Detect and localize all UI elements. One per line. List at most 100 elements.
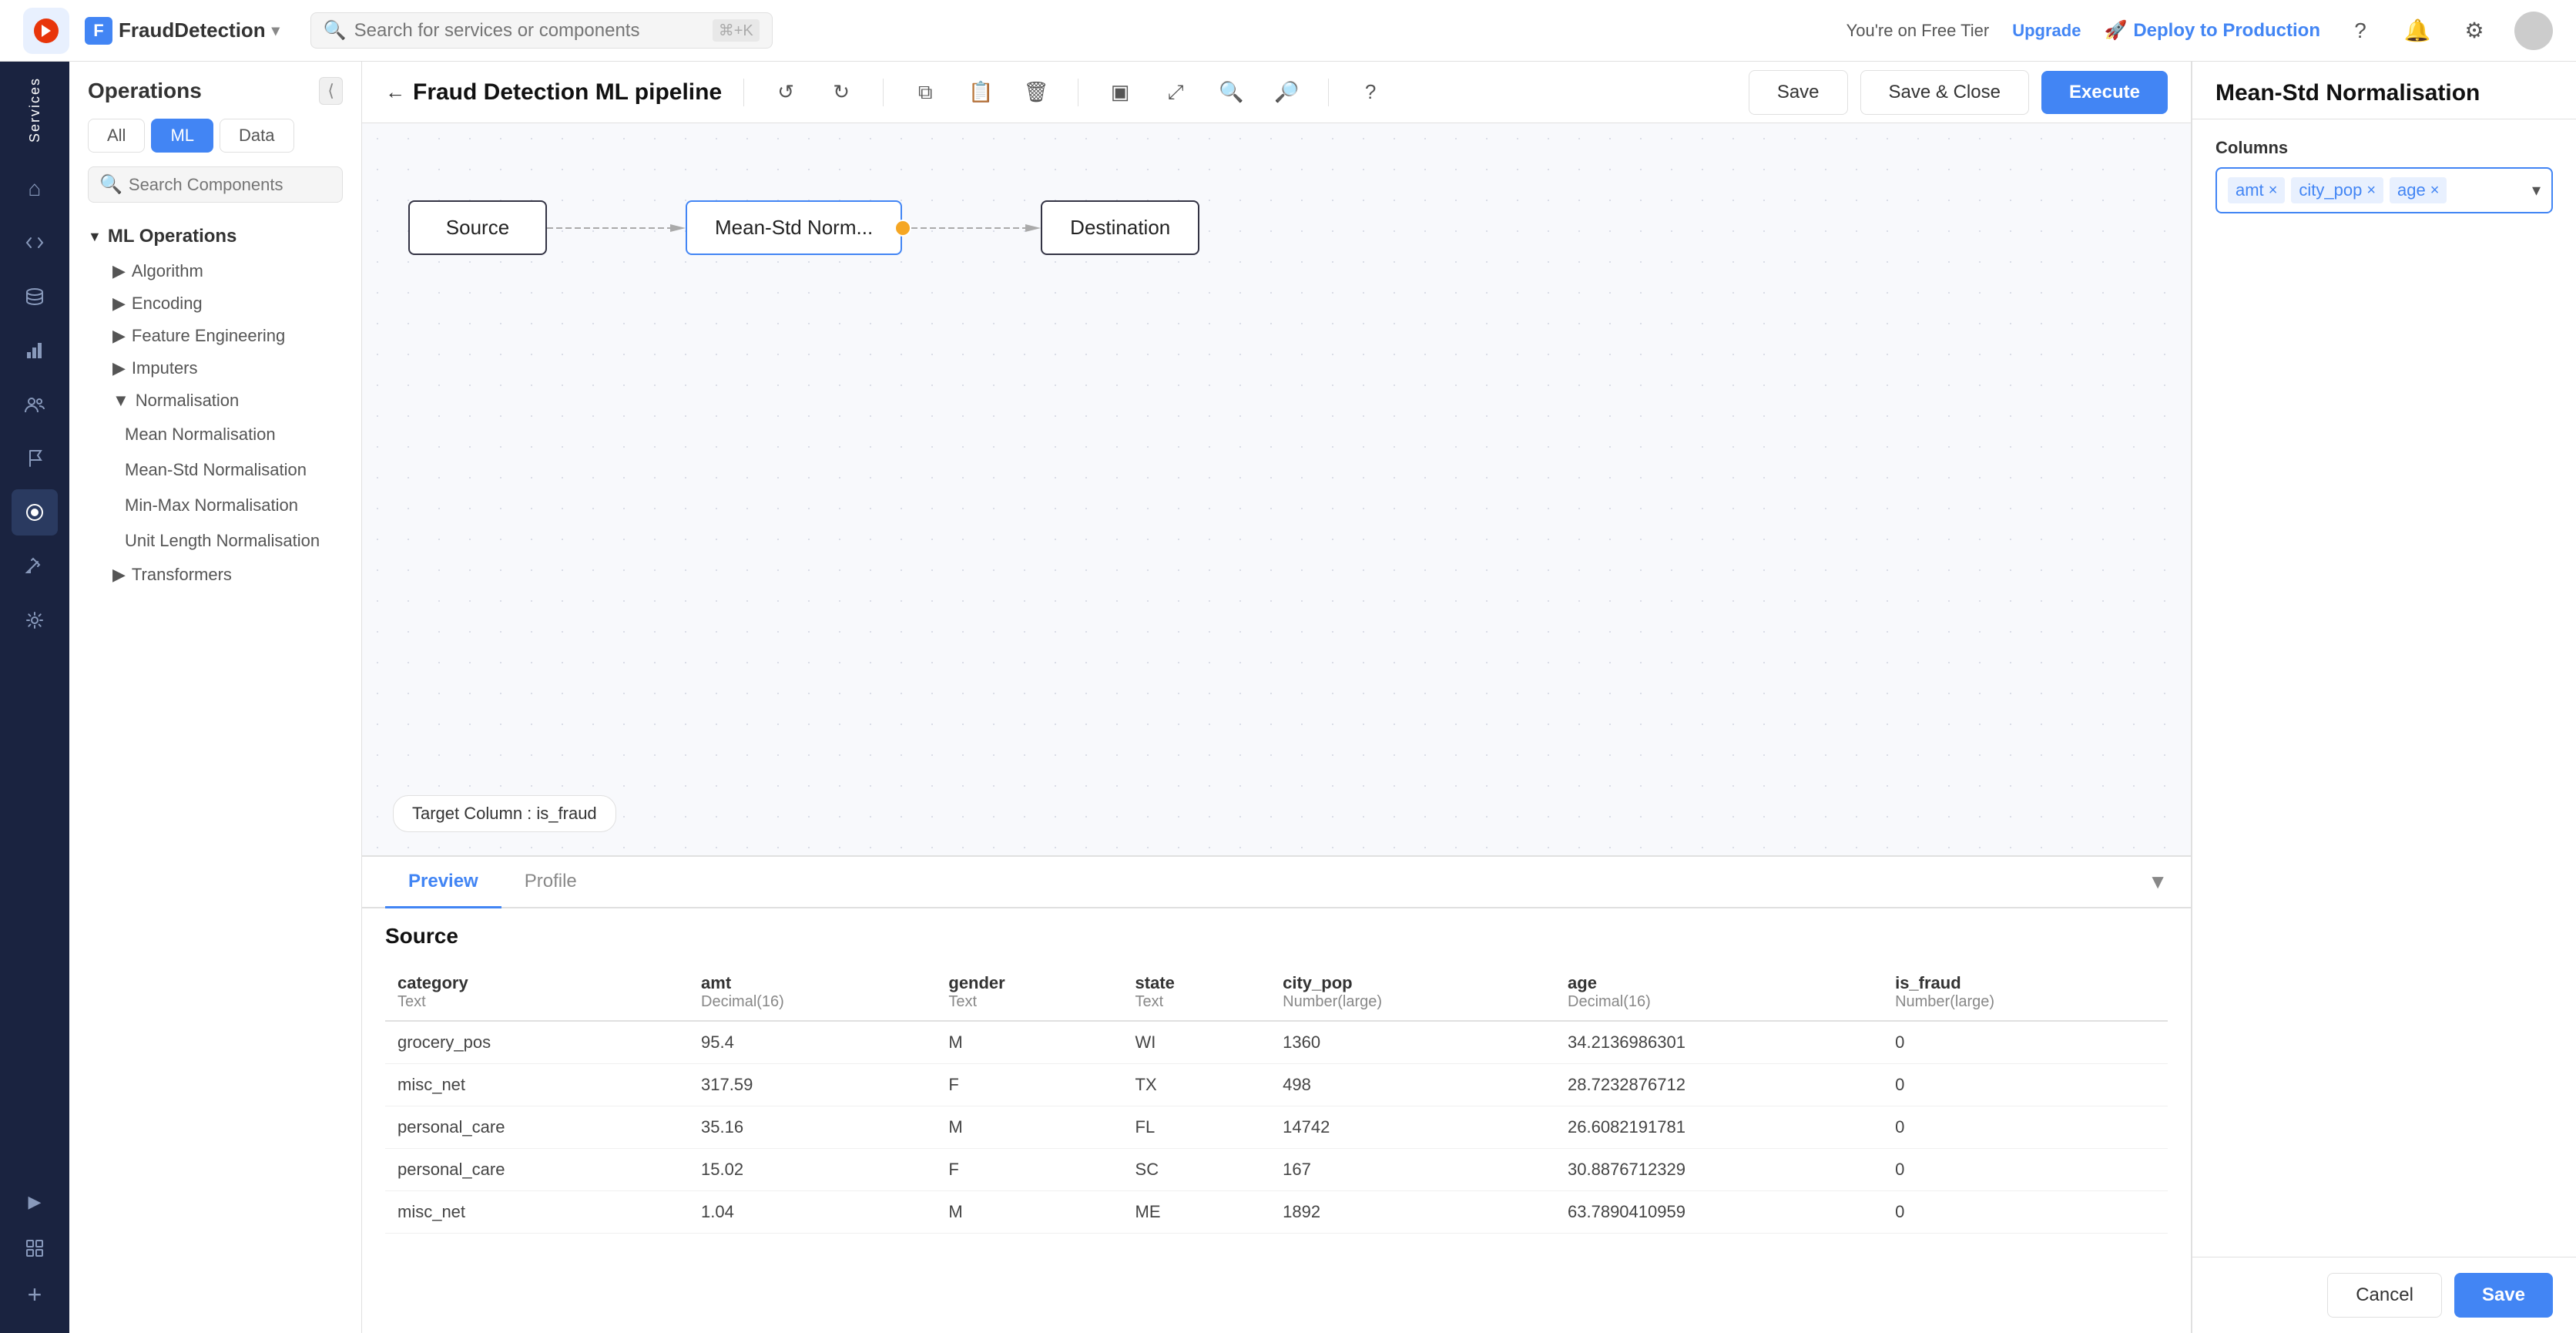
feature-engineering-chevron-icon: ▶ <box>112 326 126 346</box>
operations-tabs: All ML Data <box>69 112 361 159</box>
canvas-area: ← Fraud Detection ML pipeline ↺ ↻ ⧉ 📋 🗑 … <box>362 62 2191 1333</box>
source-node[interactable]: Source <box>408 200 547 255</box>
cell-city_pop: 14742 <box>1270 1106 1555 1149</box>
cell-state: ME <box>1123 1191 1271 1234</box>
data-table: categoryText amtDecimal(16) genderText s… <box>385 964 2168 1234</box>
tag-age[interactable]: age × <box>2390 177 2447 203</box>
columns-input[interactable]: amt × city_pop × age × ▾ <box>2215 167 2553 213</box>
search-input[interactable] <box>354 20 705 42</box>
zoom-out-button[interactable]: 🔎 <box>1266 72 1306 112</box>
sidebar-item-people[interactable] <box>12 381 58 428</box>
mean-std-node-wrapper: Mean-Std Norm... <box>686 200 902 255</box>
ops-mean-normalisation[interactable]: Mean Normalisation <box>82 417 349 452</box>
toolbar-right: Save Save & Close Execute <box>1749 70 2168 115</box>
tab-all[interactable]: All <box>88 119 145 153</box>
sidebar-item-tools[interactable] <box>12 543 58 589</box>
col-header-is-fraud: is_fraudNumber(large) <box>1883 964 2168 1021</box>
sidebar-item-chart[interactable] <box>12 327 58 374</box>
search-components-icon: 🔍 <box>99 173 122 196</box>
tab-data[interactable]: Data <box>220 119 293 153</box>
project-selector[interactable]: F FraudDetection ▾ <box>85 17 280 45</box>
sidebar-grid-icon[interactable] <box>12 1225 58 1271</box>
cell-amt: 317.59 <box>689 1064 936 1106</box>
sidebar-expand-icon[interactable]: ▶ <box>12 1179 58 1225</box>
sidebar-item-code[interactable] <box>12 220 58 266</box>
sidebar-add-icon[interactable]: + <box>12 1271 58 1318</box>
cell-age: 28.7232876712 <box>1555 1064 1883 1106</box>
delete-button[interactable]: 🗑 <box>1016 72 1056 112</box>
table-row: personal_care15.02FSC16730.88767123290 <box>385 1149 2168 1191</box>
tag-city-pop-label: city_pop <box>2299 180 2362 200</box>
ml-operations-chevron-icon: ▼ <box>88 229 102 245</box>
sidebar-item-active[interactable] <box>12 489 58 536</box>
sidebar-item-flag[interactable] <box>12 435 58 482</box>
ops-mean-std-normalisation[interactable]: Mean-Std Normalisation <box>82 452 349 488</box>
help-pipeline-button[interactable]: ? <box>1350 72 1390 112</box>
columns-dropdown-icon[interactable]: ▾ <box>2532 180 2541 200</box>
props-save-button[interactable]: Save <box>2454 1273 2553 1318</box>
undo-button[interactable]: ↺ <box>766 72 806 112</box>
operations-panel: Operations ⟨ All ML Data 🔍 ▼ ML Operatio… <box>69 62 362 1333</box>
execute-button[interactable]: Execute <box>2041 71 2168 114</box>
cell-is_fraud: 0 <box>1883 1064 2168 1106</box>
tag-amt[interactable]: amt × <box>2228 177 2285 203</box>
encoding-chevron-icon: ▶ <box>112 294 126 314</box>
tab-ml[interactable]: ML <box>151 119 213 153</box>
tag-amt-remove[interactable]: × <box>2269 182 2278 200</box>
cell-is_fraud: 0 <box>1883 1021 2168 1064</box>
sidebar-item-database[interactable] <box>12 274 58 320</box>
ops-min-max-normalisation[interactable]: Min-Max Normalisation <box>82 488 349 523</box>
ops-transformers[interactable]: ▶ Transformers <box>82 559 349 591</box>
mean-std-norm-node[interactable]: Mean-Std Norm... <box>686 200 902 255</box>
tag-city-pop-remove[interactable]: × <box>2366 182 2376 200</box>
pipeline-title: Fraud Detection ML pipeline <box>413 79 722 106</box>
table-header-row: categoryText amtDecimal(16) genderText s… <box>385 964 2168 1021</box>
paste-button[interactable]: 📋 <box>961 72 1001 112</box>
user-avatar[interactable] <box>2514 12 2553 50</box>
cell-gender: M <box>936 1106 1122 1149</box>
sidebar-item-settings[interactable] <box>12 597 58 643</box>
deploy-button[interactable]: 🚀 Deploy to Production <box>2104 19 2320 42</box>
collapse-panel-button[interactable]: ⟨ <box>319 77 343 105</box>
zoom-in-button[interactable]: 🔍 <box>1211 72 1251 112</box>
ops-imputers[interactable]: ▶ Imputers <box>82 352 349 384</box>
tab-profile[interactable]: Profile <box>501 857 600 908</box>
back-arrow-icon: ← <box>385 80 405 104</box>
preview-expand[interactable]: ▼ <box>2148 870 2168 894</box>
search-components-input[interactable] <box>129 175 351 195</box>
table-row: grocery_pos95.4MWI136034.21369863010 <box>385 1021 2168 1064</box>
redo-button[interactable]: ↻ <box>821 72 861 112</box>
global-search[interactable]: 🔍 ⌘+K <box>310 12 773 49</box>
imputers-chevron-icon: ▶ <box>112 358 126 378</box>
help-nav-icon[interactable]: ? <box>2343 14 2377 48</box>
tag-city-pop[interactable]: city_pop × <box>2291 177 2383 203</box>
save-button[interactable]: Save <box>1749 70 1848 115</box>
free-tier-label: You're on Free Tier <box>1846 21 1990 41</box>
transformers-chevron-icon: ▶ <box>112 565 126 585</box>
ops-normalisation[interactable]: ▼ Normalisation <box>82 384 349 417</box>
fullscreen-button[interactable]: ⤢ <box>1156 72 1196 112</box>
settings-nav-icon[interactable]: ⚙ <box>2457 14 2491 48</box>
console-button[interactable]: ▣ <box>1100 72 1140 112</box>
toolbar-divider-1 <box>743 79 744 106</box>
copy-button[interactable]: ⧉ <box>905 72 945 112</box>
search-components[interactable]: 🔍 <box>88 166 343 203</box>
pipeline-canvas[interactable]: Source Mean-Std Norm... Destination Targ… <box>362 123 2191 855</box>
ops-algorithm[interactable]: ▶ Algorithm <box>82 255 349 287</box>
cancel-button[interactable]: Cancel <box>2327 1273 2442 1318</box>
operations-header: Operations ⟨ <box>69 62 361 112</box>
tag-age-remove[interactable]: × <box>2430 182 2440 200</box>
upgrade-button[interactable]: Upgrade <box>2012 21 2081 41</box>
section-ml-operations: ▼ ML Operations ▶ Algorithm ▶ Encoding ▶… <box>82 218 349 591</box>
notifications-icon[interactable]: 🔔 <box>2400 14 2434 48</box>
save-close-button[interactable]: Save & Close <box>1860 70 2029 115</box>
back-button[interactable]: ← Fraud Detection ML pipeline <box>385 79 722 106</box>
destination-node[interactable]: Destination <box>1041 200 1199 255</box>
sidebar-item-home[interactable]: ⌂ <box>12 166 58 212</box>
ops-feature-engineering[interactable]: ▶ Feature Engineering <box>82 320 349 352</box>
ml-operations-header[interactable]: ▼ ML Operations <box>82 218 349 255</box>
tab-preview[interactable]: Preview <box>385 857 501 908</box>
ops-unit-length-normalisation[interactable]: Unit Length Normalisation <box>82 523 349 559</box>
ops-encoding[interactable]: ▶ Encoding <box>82 287 349 320</box>
cell-gender: M <box>936 1191 1122 1234</box>
